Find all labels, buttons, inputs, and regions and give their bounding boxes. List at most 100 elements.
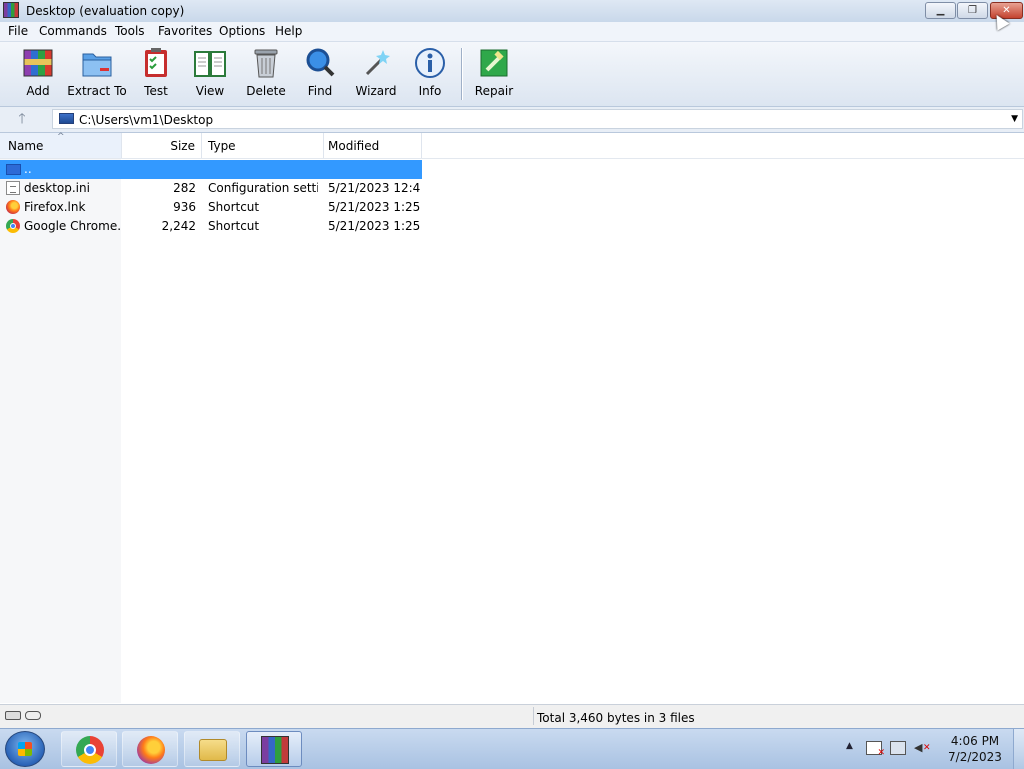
status-icons — [5, 711, 41, 720]
menu-options[interactable]: Options — [219, 24, 265, 38]
minimize-button[interactable]: ▁ — [925, 2, 956, 19]
file-type: Shortcut — [208, 200, 260, 214]
show-hidden-icons-button[interactable]: ▲ — [846, 741, 853, 751]
magnifier-icon — [306, 48, 335, 77]
address-bar: 🡑 C:\Users\vm1\Desktop ▼ — [0, 107, 1024, 133]
windows-logo-icon — [18, 742, 32, 756]
volume-muted-icon[interactable] — [914, 741, 931, 755]
file-row-firefox[interactable]: Firefox.lnk 936 Shortcut 5/21/2023 1:25 … — [0, 198, 422, 217]
test-button[interactable]: Test — [138, 46, 174, 102]
extract-to-button[interactable]: Extract To — [67, 46, 127, 102]
winrar-icon — [261, 736, 289, 764]
column-name-label: Name — [8, 139, 44, 153]
path-text: C:\Users\vm1\Desktop — [79, 113, 214, 127]
extract-folder-icon — [82, 53, 112, 77]
file-name: .. — [24, 162, 32, 176]
info-icon — [415, 48, 445, 78]
column-size[interactable]: Size — [122, 133, 202, 158]
file-type: Shortcut — [208, 219, 260, 233]
status-divider — [533, 707, 534, 725]
delete-label: Delete — [246, 84, 286, 98]
taskbar-winrar[interactable] — [246, 731, 302, 767]
drive-icon[interactable] — [5, 711, 21, 720]
toolbar-separator — [461, 48, 463, 100]
taskbar-chrome[interactable] — [61, 731, 117, 767]
name-column-background — [0, 159, 121, 703]
winrar-app-icon[interactable] — [3, 2, 19, 18]
menu-tools[interactable]: Tools — [115, 24, 145, 38]
column-modified[interactable]: Modified — [324, 133, 422, 158]
test-label: Test — [144, 84, 168, 98]
wizard-label: Wizard — [355, 84, 397, 98]
file-size: 282 — [173, 181, 196, 195]
menu-commands[interactable]: Commands — [39, 24, 107, 38]
restore-button[interactable]: ❐ — [957, 2, 988, 19]
firefox-icon — [137, 736, 165, 764]
taskbar: ▲ 4:06 PM 7/2/2023 — [0, 728, 1024, 769]
window-title: Desktop (evaluation copy) — [26, 4, 185, 18]
path-dropdown-icon[interactable]: ▼ — [1011, 114, 1018, 124]
file-size: 936 — [173, 200, 196, 214]
add-archive-icon — [23, 49, 53, 77]
taskbar-firefox[interactable] — [122, 731, 178, 767]
delete-button[interactable]: Delete — [246, 46, 286, 102]
repair-button[interactable]: Repair — [474, 46, 514, 102]
add-button[interactable]: Add — [18, 46, 58, 102]
file-row-desktop-ini[interactable]: desktop.ini 282 Configuration setti... 5… — [0, 179, 422, 198]
info-label: Info — [418, 84, 442, 98]
extract-to-label: Extract To — [67, 84, 127, 98]
wand-icon — [365, 50, 390, 76]
action-center-flag-icon[interactable] — [866, 741, 885, 758]
show-desktop-button[interactable] — [1013, 729, 1024, 769]
file-size: 2,242 — [161, 219, 196, 233]
find-button[interactable]: Find — [304, 46, 336, 102]
parent-folder-icon — [6, 164, 21, 175]
repair-label: Repair — [474, 84, 514, 98]
menu-favorites[interactable]: Favorites — [158, 24, 212, 38]
folder-icon — [199, 739, 227, 761]
file-row-parent[interactable]: .. — [0, 160, 422, 179]
view-book-icon — [194, 51, 226, 77]
menu-file[interactable]: File — [8, 24, 28, 38]
clock-time: 4:06 PM — [950, 734, 1000, 748]
find-label: Find — [307, 84, 333, 98]
sort-ascending-icon: ^ — [57, 132, 65, 142]
file-modified: 5/21/2023 1:25 ... — [328, 219, 420, 233]
info-button[interactable]: Info — [414, 46, 446, 102]
file-name: Firefox.lnk — [24, 200, 86, 214]
status-bar: Total 3,460 bytes in 3 files — [0, 704, 1024, 729]
up-folder-button[interactable]: 🡑 — [14, 111, 30, 127]
clock[interactable]: 4:06 PM 7/2/2023 — [940, 733, 1010, 765]
column-type[interactable]: Type — [202, 133, 324, 158]
status-summary: Total 3,460 bytes in 3 files — [537, 711, 695, 725]
file-type: Configuration setti... — [208, 181, 318, 195]
menu-help[interactable]: Help — [275, 24, 302, 38]
clock-date: 7/2/2023 — [948, 750, 1002, 764]
file-list: ^ Name Size Type Modified .. desktop.ini… — [0, 132, 1024, 703]
wizard-button[interactable]: Wizard — [356, 46, 396, 102]
system-tray: ▲ 4:06 PM 7/2/2023 — [840, 729, 1024, 769]
test-clipboard-icon — [145, 48, 167, 77]
repair-icon — [480, 49, 508, 77]
title-bar: Desktop (evaluation copy) ▁ ❐ ✕ — [0, 0, 1024, 23]
trash-icon — [254, 49, 278, 78]
path-field[interactable]: C:\Users\vm1\Desktop ▼ — [52, 109, 1023, 129]
start-button[interactable] — [5, 731, 45, 767]
taskbar-file-explorer[interactable] — [184, 731, 240, 767]
add-label: Add — [26, 84, 50, 98]
chrome-icon — [6, 219, 20, 233]
view-label: View — [195, 84, 225, 98]
ini-file-icon — [6, 181, 20, 195]
firefox-icon — [6, 200, 20, 214]
menu-bar: File Commands Tools Favorites Options He… — [0, 22, 1024, 42]
column-header: ^ Name Size Type Modified — [0, 132, 1024, 159]
column-name[interactable]: ^ Name — [0, 132, 122, 158]
file-row-chrome[interactable]: Google Chrome.... 2,242 Shortcut 5/21/20… — [0, 217, 422, 236]
view-button[interactable]: View — [189, 46, 231, 102]
file-modified: 5/21/2023 12:4... — [328, 181, 420, 195]
network-icon[interactable] — [890, 741, 906, 755]
file-name: Google Chrome.... — [24, 219, 121, 233]
file-name: desktop.ini — [24, 181, 90, 195]
key-icon[interactable] — [25, 711, 41, 720]
computer-icon — [59, 113, 74, 124]
